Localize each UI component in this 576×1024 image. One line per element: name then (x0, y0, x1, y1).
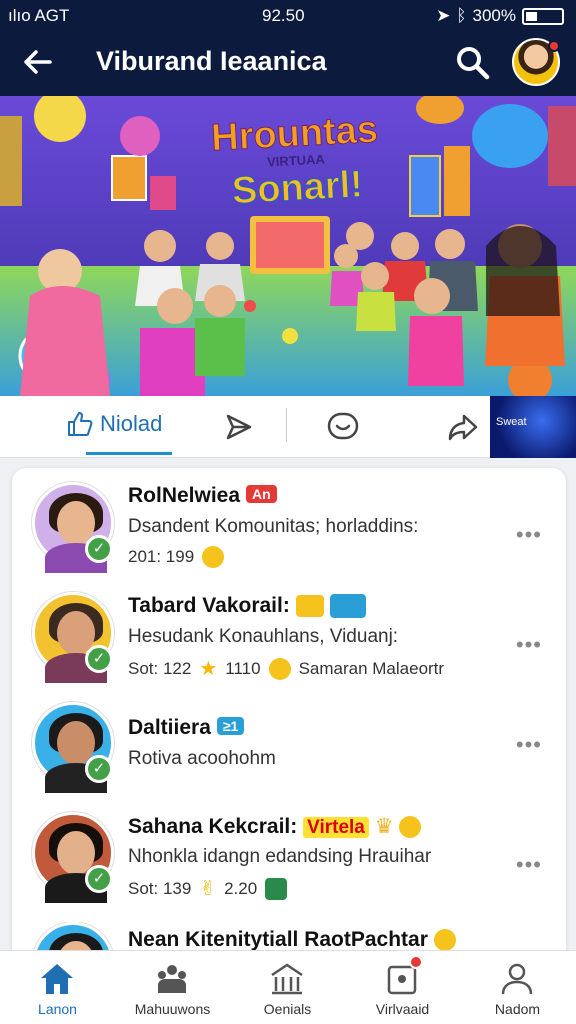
post-author: Sahana Kekcrail: (128, 815, 298, 838)
forward-button[interactable] (446, 410, 480, 444)
avatar[interactable]: ✓ (32, 482, 114, 573)
star-icon: ★ (199, 658, 218, 680)
avatar[interactable]: ✓ (32, 812, 114, 903)
emoji-icon (268, 657, 291, 680)
thumbs-up-emoji-icon: ✌ (199, 878, 217, 900)
location-icon: ➤ (436, 6, 451, 25)
send-icon (226, 414, 252, 440)
sticker-icon (265, 877, 288, 900)
post-rating: 1110 (225, 658, 261, 678)
profile-icon (501, 963, 533, 995)
image-sticker-icon (329, 594, 366, 619)
nav-community[interactable]: Mahuuwons (115, 951, 230, 1024)
avatar[interactable]: ✓ (32, 702, 114, 793)
profile-avatar[interactable] (512, 38, 560, 86)
like-button[interactable]: Niolad (66, 410, 162, 438)
clock: 92.50 (262, 6, 305, 25)
more-options-icon[interactable]: ••• (516, 632, 542, 658)
search-icon[interactable] (454, 44, 492, 82)
battery-icon (522, 7, 564, 25)
more-options-icon[interactable]: ••• (516, 522, 542, 548)
nav-profile[interactable]: Nadom (460, 951, 575, 1024)
nav-label: Nadom (494, 1001, 541, 1017)
post-tag: Virtela (303, 817, 369, 838)
nav-label: Virlvaaid (375, 1001, 430, 1017)
notification-dot (548, 40, 560, 52)
nav-label: Lanon (38, 1001, 77, 1017)
post-author: RolNelwiea (128, 484, 241, 507)
post-meta: 201: 199 (128, 547, 195, 566)
back-arrow-icon[interactable] (20, 44, 56, 80)
camera-sticker-icon (295, 595, 324, 618)
post-extra: Samaran Malaeortr (298, 658, 445, 678)
post-meta: Sot: 139 (128, 878, 192, 898)
action-bar: Niolad Sweat (0, 396, 576, 458)
post-text: Dsandent Komounitas; horladdins: (128, 516, 419, 537)
post-meta: Sot: 122 (128, 658, 192, 678)
nav-label: Mahuuwons (134, 1001, 211, 1017)
more-options-icon[interactable]: ••• (516, 852, 542, 878)
author-badge: ≥1 (216, 717, 245, 735)
building-icon (271, 963, 303, 995)
hero-banner[interactable]: Hrountas VIRTUAA Sonarl! (0, 96, 576, 396)
carrier-signal: ılıo AGT (8, 6, 70, 25)
post-author: Nean Kitenitytiall RaotPachtar (128, 928, 428, 951)
post-text: Nhonkla idangn edandsing Hrauihar (128, 846, 432, 867)
nav-label: Oenials (263, 1001, 312, 1017)
react-button[interactable] (326, 410, 360, 444)
post-rating: 2.20 (224, 878, 258, 898)
post-text: Hesudank Konauhlans, Viduanj: (128, 626, 399, 647)
more-options-icon[interactable]: ••• (516, 732, 542, 758)
page-title: Viburand Ieaanica (96, 46, 327, 76)
neon-text: Sweat (496, 416, 527, 428)
thumbs-up-icon (68, 412, 93, 436)
divider (286, 408, 287, 442)
home-icon (41, 964, 73, 994)
avatar[interactable]: ✓ (32, 592, 114, 683)
active-tab-underline (86, 452, 172, 455)
share-button[interactable] (222, 410, 256, 444)
verified-check-icon: ✓ (85, 755, 113, 783)
verified-check-icon: ✓ (85, 645, 113, 673)
app-header: ılıo AGT 92.50 ➤ ᛒ 300% Viburand Ieaanic… (0, 0, 576, 96)
nav-home[interactable]: Lanon (0, 951, 115, 1024)
verified-check-icon: ✓ (85, 865, 113, 893)
smile-bubble-icon (327, 412, 359, 440)
emoji-icon (202, 546, 225, 568)
bluetooth-icon: ᛒ (456, 6, 467, 25)
list-item[interactable]: ✓ RolNelwiea An Dsandent Komounitas; horl… (12, 482, 566, 582)
post-list: ✓ RolNelwiea An Dsandent Komounitas; horl… (12, 468, 566, 968)
verified-check-icon: ✓ (85, 535, 113, 563)
nav-groups[interactable]: Oenials (230, 951, 345, 1024)
list-item[interactable]: ✓ Sahana Kekcrail: Virtela ♛ Nhonkla ida… (12, 812, 566, 912)
status-bar: ılıo AGT 92.50 ➤ ᛒ 300% (0, 6, 576, 26)
post-text: Rotiva acoohohm (128, 748, 276, 769)
emoji-icon (399, 816, 422, 839)
forward-arrow-icon (448, 414, 478, 441)
nav-badge (409, 955, 423, 969)
bottom-nav: Lanon Mahuuwons Oenials Virlvaaid Nadom (0, 950, 576, 1024)
like-label: Niolad (100, 411, 163, 436)
list-item[interactable]: ✓ Tabard Vakorail: Hesudank Konauhlans, … (12, 592, 566, 692)
neon-sticker[interactable]: Sweat (490, 396, 576, 458)
post-author: Daltiiera (128, 716, 211, 739)
author-badge: An (246, 485, 277, 503)
nav-notifications[interactable]: Virlvaaid (345, 951, 460, 1024)
community-icon (158, 965, 186, 993)
post-author: Tabard Vakorail: (128, 594, 290, 617)
crown-icon: ♛ (374, 815, 394, 838)
emoji-icon (433, 929, 456, 952)
battery-percent: 300% (472, 6, 516, 25)
list-item[interactable]: ✓ Daltiiera ≥1 Rotiva acoohohm ••• (12, 702, 566, 793)
